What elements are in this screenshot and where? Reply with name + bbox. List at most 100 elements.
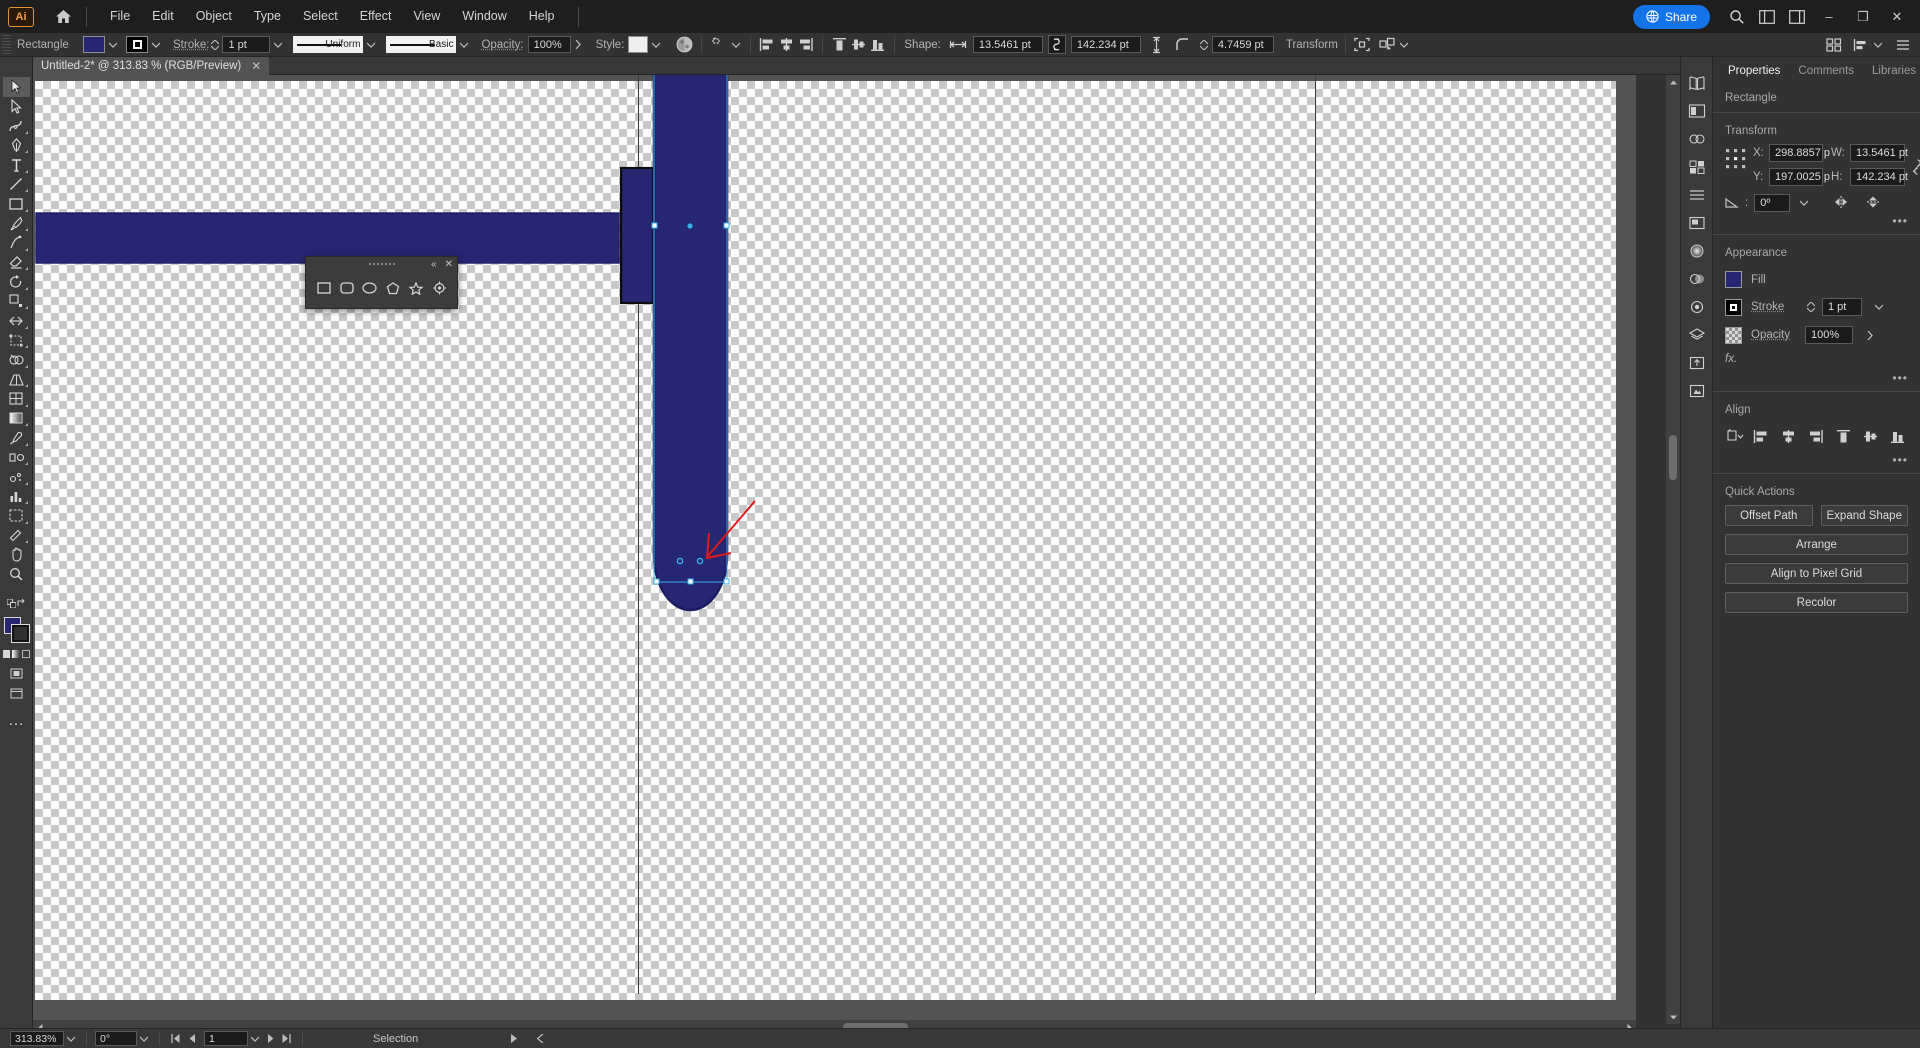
share-button[interactable]: Share <box>1633 5 1710 29</box>
menu-type[interactable]: Type <box>243 0 292 33</box>
transform-more-options[interactable]: ••• <box>1713 212 1920 228</box>
reference-point-icon[interactable] <box>1725 144 1747 173</box>
select-similar-icon[interactable] <box>1378 35 1397 54</box>
align-left-icon-panel[interactable] <box>1752 427 1772 445</box>
shape-builder-tool[interactable] <box>3 350 30 370</box>
close-button[interactable]: ✕ <box>1880 0 1914 33</box>
type-tool[interactable] <box>3 155 30 175</box>
shaper-tool[interactable] <box>3 233 30 253</box>
appearance-more-options[interactable]: ••• <box>1713 365 1920 385</box>
ellipse-shape-icon[interactable] <box>360 278 380 298</box>
default-fill-stroke-icon[interactable] <box>7 595 16 613</box>
opacity-field-panel[interactable]: 100% <box>1805 326 1853 344</box>
align-center-h-icon[interactable] <box>777 35 796 54</box>
align-bottom-icon-panel[interactable] <box>1888 427 1908 445</box>
column-graph-tool[interactable] <box>3 487 30 507</box>
menu-window[interactable]: Window <box>451 0 517 33</box>
stroke-swatch[interactable] <box>1725 299 1742 316</box>
workspace-switcher-icon[interactable] <box>1782 0 1812 33</box>
scroll-down-icon[interactable] <box>1666 1010 1680 1024</box>
shapes-widget-panel[interactable]: « ✕ <box>305 256 458 309</box>
layers-icon[interactable] <box>1683 323 1711 347</box>
h-field[interactable]: 142.234 pt <box>1850 168 1905 186</box>
align-left-icon[interactable] <box>758 35 777 54</box>
stroke-weight-dropdown-panel-icon[interactable] <box>1871 299 1886 316</box>
rounded-rectangle-shape-icon[interactable] <box>337 278 357 298</box>
fill-color-swatch[interactable] <box>83 36 105 53</box>
asset-export-icon[interactable] <box>1683 351 1711 375</box>
flare-shape-icon[interactable] <box>429 278 449 298</box>
align-center-v-icon[interactable] <box>849 35 868 54</box>
graphic-style-dropdown-icon[interactable] <box>648 36 663 53</box>
corner-radius-stepper[interactable] <box>1199 36 1210 53</box>
angle-dropdown-icon[interactable] <box>1796 195 1811 212</box>
gradient-dock-icon[interactable] <box>1683 239 1711 263</box>
maximize-button[interactable]: ❐ <box>1846 0 1880 33</box>
corner-radius-field[interactable]: 4.7459 pt <box>1212 36 1274 53</box>
rectangle-tool[interactable] <box>3 194 30 214</box>
tab-properties[interactable]: Properties <box>1719 59 1789 83</box>
fx-button[interactable]: fx. <box>1713 349 1920 365</box>
gradient-mode-icon[interactable] <box>12 650 20 658</box>
curvature-tool[interactable] <box>3 116 30 136</box>
document-tab[interactable]: Untitled-2* @ 313.83 % (RGB/Preview) ✕ <box>33 57 269 75</box>
line-segment-tool[interactable] <box>3 175 30 195</box>
stroke-weight-field[interactable]: 1 pt <box>222 36 270 53</box>
gradient-tool[interactable] <box>3 409 30 429</box>
close-icon[interactable]: ✕ <box>251 59 261 73</box>
align-to-artboard-icon[interactable] <box>1725 427 1745 445</box>
graphic-style-swatch[interactable] <box>628 36 648 53</box>
align-top-icon-panel[interactable] <box>1834 427 1854 445</box>
selection-tool[interactable] <box>3 77 30 97</box>
swap-fill-stroke-icon[interactable] <box>16 595 26 613</box>
appearance-dock-icon[interactable] <box>1683 295 1711 319</box>
menu-view[interactable]: View <box>402 0 451 33</box>
widget-drag-handle[interactable] <box>369 263 395 265</box>
fill-swatch[interactable] <box>1725 271 1742 288</box>
arrange-grid-icon[interactable] <box>1824 35 1843 54</box>
opacity-field[interactable]: 100% <box>528 36 571 53</box>
menu-file[interactable]: File <box>99 0 141 33</box>
flip-vertical-icon[interactable] <box>1865 195 1881 212</box>
slice-tool[interactable] <box>3 526 30 546</box>
align-more-options[interactable]: ••• <box>1713 445 1920 467</box>
search-icon[interactable] <box>1722 0 1752 33</box>
expand-shape-button[interactable]: Expand Shape <box>1821 505 1909 526</box>
stroke-weight-stepper[interactable] <box>209 36 220 53</box>
align-right-icon-panel[interactable] <box>1806 427 1826 445</box>
paintbrush-tool[interactable] <box>3 214 30 234</box>
screen-mode-icon[interactable] <box>3 684 30 704</box>
fill-stroke-indicator[interactable] <box>3 616 30 646</box>
star-shape-icon[interactable] <box>406 278 426 298</box>
control-bar-grip[interactable] <box>2 35 11 55</box>
home-icon[interactable] <box>52 6 74 28</box>
brush-dropdown-icon[interactable] <box>456 36 471 53</box>
brush-definition-field[interactable]: Basic <box>386 36 456 53</box>
select-similar-dropdown-icon[interactable] <box>1397 36 1412 53</box>
menu-select[interactable]: Select <box>292 0 349 33</box>
perspective-grid-tool[interactable] <box>3 370 30 390</box>
shape-height-field[interactable]: 142.234 pt <box>1071 36 1141 53</box>
pen-tool[interactable] <box>3 136 30 156</box>
stroke-dropdown-icon[interactable] <box>148 36 163 53</box>
stroke-weight-dropdown-icon[interactable] <box>270 36 285 53</box>
minimize-button[interactable]: – <box>1812 0 1846 33</box>
zoom-level-field[interactable]: 313.83% <box>10 1031 64 1046</box>
align-to-pixel-grid-button[interactable]: Align to Pixel Grid <box>1725 563 1908 584</box>
eyedropper-tool[interactable] <box>3 428 30 448</box>
vertical-scroll-thumb[interactable] <box>1669 435 1677 480</box>
y-field[interactable]: 197.0025 p <box>1769 168 1823 186</box>
isolate-selection-icon[interactable] <box>1353 35 1372 54</box>
panel-menu-icon[interactable] <box>1893 35 1912 54</box>
stroke-profile-field[interactable]: Uniform <box>293 36 363 53</box>
hand-tool[interactable] <box>3 545 30 565</box>
mesh-tool[interactable] <box>3 389 30 409</box>
align-panel-icon[interactable] <box>1851 35 1870 54</box>
scroll-up-icon[interactable] <box>1666 75 1680 89</box>
align-right-icon[interactable] <box>796 35 815 54</box>
swatches-icon[interactable] <box>1683 155 1711 179</box>
symbol-sprayer-tool[interactable] <box>3 467 30 487</box>
stroke-indicator[interactable] <box>12 625 29 642</box>
corner-type-icon[interactable] <box>1174 35 1193 54</box>
polygon-shape-icon[interactable] <box>383 278 403 298</box>
